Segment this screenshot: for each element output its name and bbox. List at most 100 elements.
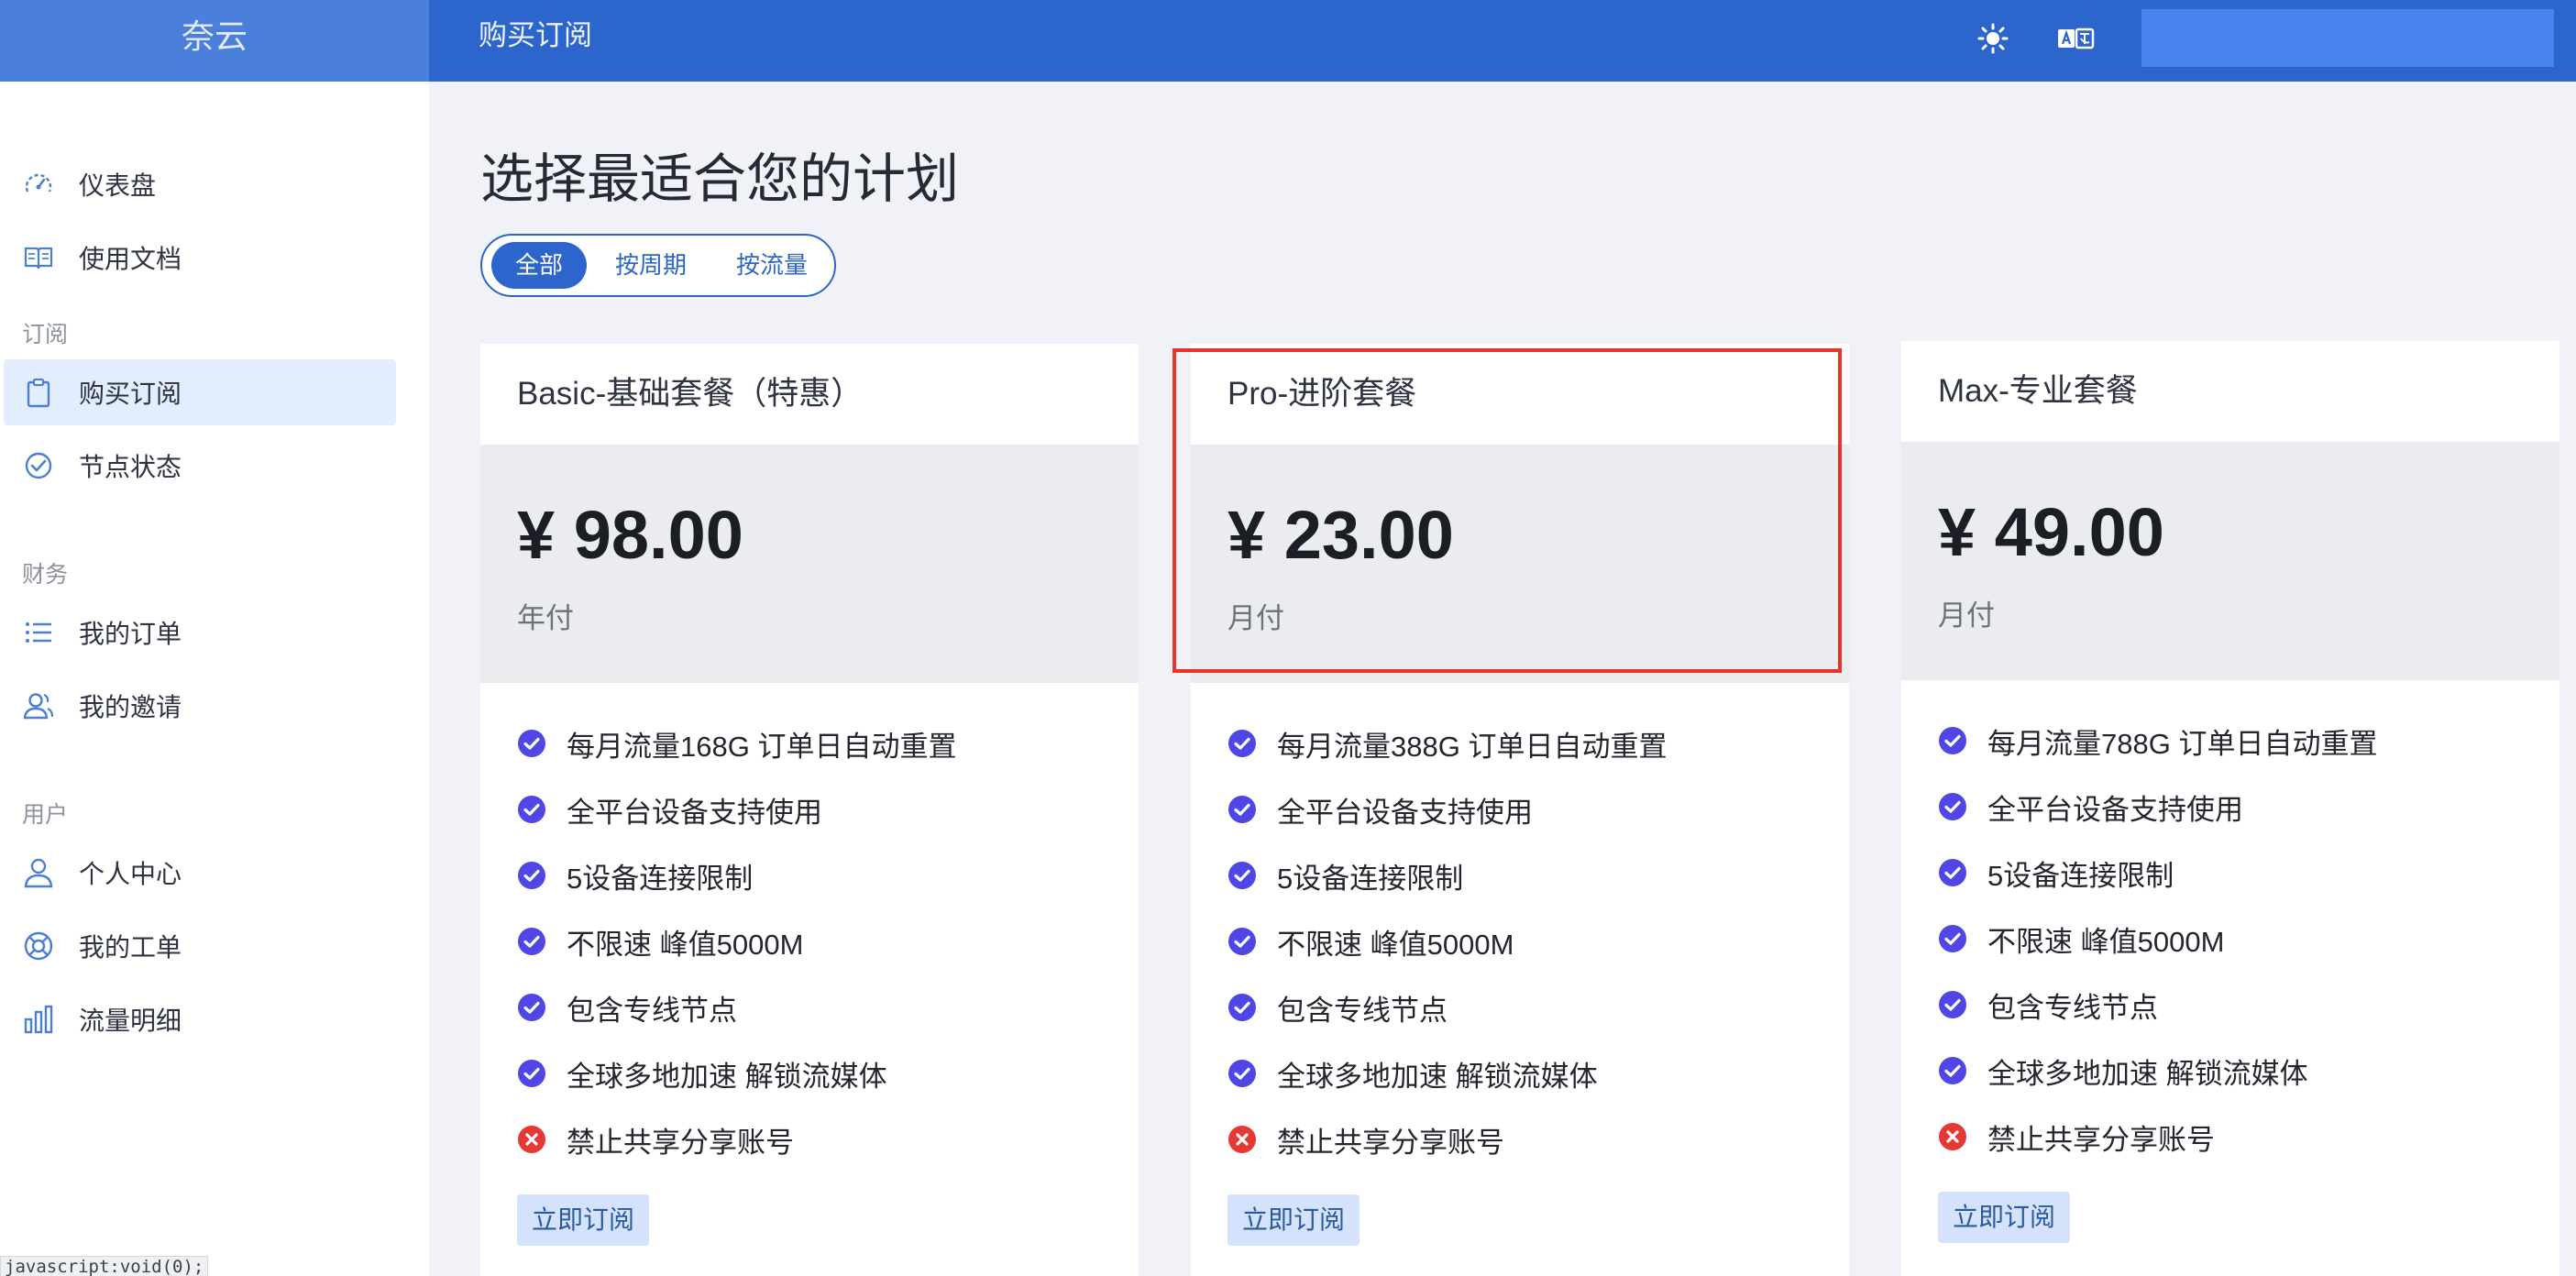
sidebar-item-label: 我的工单 [79, 933, 182, 962]
feature-item: 全平台设备支持使用 [1227, 776, 1849, 842]
sun-icon [1977, 23, 2009, 54]
check-icon [518, 994, 545, 1021]
lifebuoy-icon [24, 931, 53, 961]
feature-list: 每月流量788G 订单日自动重置 全平台设备支持使用 5设备连接限制 不限速 峰… [1901, 680, 2559, 1170]
plan-price: ¥ 49.00 [1938, 494, 2164, 570]
feature-item: 5设备连接限制 [517, 842, 1139, 908]
feature-text: 禁止共享分享账号 [567, 1126, 794, 1159]
sidebar-item-label: 我的订单 [79, 620, 182, 648]
feature-item: 禁止共享分享账号 [1938, 1104, 2559, 1170]
sidebar-item-node-status[interactable]: 节点状态 [4, 433, 396, 499]
check-icon [1939, 925, 1966, 952]
nav-group-title-finance: 财务 [22, 562, 69, 588]
filter-all-button[interactable]: 全部 [491, 242, 587, 289]
sidebar-item-buy-subscription[interactable]: 购买订阅 [4, 359, 396, 425]
check-icon [518, 730, 545, 757]
nav-group-title-subscription: 订阅 [22, 322, 69, 347]
top-bar: 奈云 购买订阅 [0, 0, 2576, 82]
user-icon [24, 858, 53, 888]
check-icon [518, 928, 545, 955]
bar-chart-icon [24, 1005, 53, 1034]
theme-toggle-button[interactable] [1973, 20, 2013, 57]
feature-text: 包含专线节点 [1987, 991, 2158, 1024]
plan-period: 月付 [1938, 600, 1995, 632]
feature-item: 包含专线节点 [1227, 974, 1849, 1040]
sidebar-item-label: 流量明细 [79, 1006, 182, 1035]
sidebar-item-traffic-detail[interactable]: 流量明细 [4, 986, 396, 1052]
feature-text: 全球多地加速 解锁流媒体 [1277, 1060, 1598, 1093]
subscribe-button[interactable]: 立即订阅 [1227, 1194, 1360, 1246]
feature-text: 包含专线节点 [567, 994, 737, 1027]
status-bar-url: javascript:void(0); [0, 1256, 209, 1276]
sidebar-item-label: 购买订阅 [79, 380, 182, 408]
feature-item: 全平台设备支持使用 [1938, 774, 2559, 840]
sidebar-item-label: 节点状态 [79, 453, 182, 481]
feature-item: 每月流量788G 订单日自动重置 [1938, 708, 2559, 774]
gauge-icon [25, 173, 52, 192]
sidebar-item-label: 我的邀请 [79, 693, 182, 721]
cross-icon [1228, 1126, 1256, 1153]
check-icon [1228, 994, 1256, 1021]
feature-text: 全平台设备支持使用 [567, 796, 822, 829]
check-icon [1228, 1060, 1256, 1087]
feature-text: 不限速 峰值5000M [1987, 925, 2225, 958]
sidebar-item-docs[interactable]: 使用文档 [4, 225, 396, 291]
book-icon [24, 247, 53, 270]
plan-price: ¥ 98.00 [517, 497, 743, 573]
feature-text: 全平台设备支持使用 [1277, 796, 1533, 829]
plan-card-max: Max-专业套餐 ¥ 49.00 月付 每月流量788G 订单日自动重置 全平台… [1901, 341, 2559, 1276]
feature-item: 全球多地加速 解锁流媒体 [517, 1040, 1139, 1106]
check-icon [1939, 793, 1966, 820]
filter-by-period-button[interactable]: 按周期 [596, 242, 706, 289]
check-icon [1939, 1057, 1966, 1084]
check-icon [1228, 796, 1256, 823]
feature-text: 禁止共享分享账号 [1277, 1126, 1504, 1159]
list-icon [26, 622, 51, 643]
feature-item: 包含专线节点 [517, 974, 1139, 1040]
page-title: 购买订阅 [479, 19, 592, 51]
sidebar-item-dashboard[interactable]: 仪表盘 [4, 151, 396, 217]
check-icon [518, 862, 545, 889]
sidebar-item-my-orders[interactable]: 我的订单 [4, 600, 396, 666]
check-icon [1939, 991, 1966, 1018]
subscribe-button[interactable]: 立即订阅 [1938, 1192, 2070, 1243]
sidebar: 仪表盘 使用文档 订阅 购买订阅 节点状态 财务 我的订单 我的邀请 用户 个人… [0, 82, 429, 1276]
plan-price-box: ¥ 98.00 年付 [480, 445, 1139, 683]
sidebar-item-label: 个人中心 [79, 860, 182, 888]
account-block[interactable] [2141, 9, 2554, 67]
feature-item: 全球多地加速 解锁流媒体 [1227, 1040, 1849, 1106]
feature-item: 5设备连接限制 [1938, 840, 2559, 906]
check-circle-icon [25, 452, 52, 479]
check-icon [1939, 727, 1966, 754]
feature-text: 不限速 峰值5000M [1277, 928, 1514, 961]
feature-item: 不限速 峰值5000M [1227, 908, 1849, 974]
sidebar-item-tickets[interactable]: 我的工单 [4, 913, 396, 979]
feature-item: 禁止共享分享账号 [1227, 1106, 1849, 1172]
feature-text: 每月流量388G 订单日自动重置 [1277, 730, 1668, 763]
filter-by-traffic-button[interactable]: 按流量 [717, 242, 827, 289]
check-icon [1228, 862, 1256, 889]
feature-list: 每月流量388G 订单日自动重置 全平台设备支持使用 5设备连接限制 不限速 峰… [1191, 683, 1849, 1172]
check-icon [1228, 730, 1256, 757]
feature-text: 全平台设备支持使用 [1987, 793, 2243, 826]
cross-icon [518, 1126, 545, 1153]
feature-text: 全球多地加速 解锁流媒体 [1987, 1057, 2308, 1090]
feature-text: 5设备连接限制 [1277, 862, 1464, 895]
feature-item: 禁止共享分享账号 [517, 1106, 1139, 1172]
brand-logo[interactable]: 奈云 [0, 0, 429, 82]
feature-text: 每月流量788G 订单日自动重置 [1987, 727, 2378, 760]
plan-period: 年付 [517, 602, 574, 634]
sidebar-item-profile[interactable]: 个人中心 [4, 840, 396, 906]
sidebar-item-my-invites[interactable]: 我的邀请 [4, 673, 396, 739]
subscribe-button[interactable]: 立即订阅 [517, 1194, 649, 1246]
feature-text: 不限速 峰值5000M [567, 928, 804, 961]
selection-highlight [1172, 348, 1842, 673]
language-switch-button[interactable] [2055, 20, 2096, 57]
plans-heading: 选择最适合您的计划 [480, 149, 960, 209]
plan-card-basic: Basic-基础套餐（特惠） ¥ 98.00 年付 每月流量168G 订单日自动… [480, 344, 1139, 1276]
feature-text: 5设备连接限制 [567, 862, 754, 895]
translate-icon [2058, 28, 2095, 50]
feature-item: 包含专线节点 [1938, 972, 2559, 1038]
feature-item: 每月流量168G 订单日自动重置 [517, 710, 1139, 776]
sidebar-item-label: 仪表盘 [79, 171, 157, 200]
